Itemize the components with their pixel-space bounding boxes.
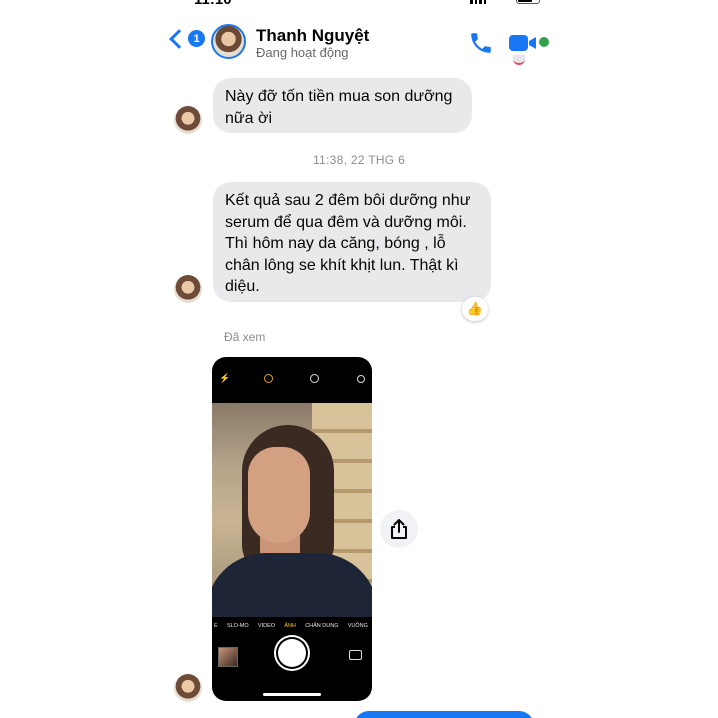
video-call-icon[interactable] <box>509 34 537 52</box>
signal-icon <box>470 0 486 4</box>
photo-attachment[interactable]: ⚡ E SLO-MO VIDEO ẢNH CHÂN DUNG VUÔNG <box>212 357 372 701</box>
status-icons <box>470 0 540 4</box>
home-indicator <box>263 693 321 696</box>
flip-camera-icon <box>349 650 362 660</box>
camera-mode: VIDEO <box>257 623 276 629</box>
status-time: 11:10 <box>194 0 232 8</box>
seen-label: Đã xem <box>224 330 266 344</box>
flash-icon: ⚡ <box>219 373 231 383</box>
unread-count-badge: 1 <box>188 30 205 47</box>
wifi-icon <box>494 0 508 4</box>
active-status-dot <box>539 37 549 47</box>
camera-mode: E <box>214 623 218 629</box>
camera-mode-list: E SLO-MO VIDEO ẢNH CHÂN DUNG VUÔNG <box>212 623 372 629</box>
camera-viewfinder <box>212 403 372 617</box>
messenger-screen: 11:10 1 Thanh Nguyệt Đang hoạt động Này … <box>158 0 560 718</box>
phone-icon[interactable] <box>468 30 494 56</box>
filter-icon <box>357 375 365 383</box>
contact-name[interactable]: Thanh Nguyệt <box>256 26 369 46</box>
camera-mode-active: ẢNH <box>284 623 296 629</box>
outgoing-message-bubble[interactable] <box>354 711 534 718</box>
camera-mode: VUÔNG <box>347 623 368 629</box>
camera-mode: SLO-MO <box>226 623 249 629</box>
share-button[interactable] <box>380 510 418 548</box>
message-bubble[interactable]: Này đỡ tốn tiền mua son dưỡng nữa ời <box>213 78 472 133</box>
contact-status: Đang hoạt động <box>256 45 349 60</box>
sender-avatar[interactable] <box>174 275 202 303</box>
battery-icon <box>516 0 540 4</box>
back-button[interactable]: 1 <box>168 28 205 49</box>
chat-header: 1 Thanh Nguyệt Đang hoạt động <box>158 10 560 66</box>
sender-avatar[interactable] <box>174 106 202 134</box>
message-bubble[interactable]: Kết quả sau 2 đêm bôi dưỡng như serum để… <box>213 182 491 302</box>
camera-top-bar: ⚡ <box>212 357 372 403</box>
like-reaction-icon[interactable]: 👍 <box>462 297 488 321</box>
person-face <box>248 447 310 543</box>
contact-avatar[interactable] <box>211 24 246 59</box>
sender-avatar[interactable] <box>174 674 202 702</box>
status-bar: 11:10 <box>158 0 560 9</box>
gallery-thumbnail <box>218 647 238 667</box>
camera-bottom-bar <box>212 637 372 701</box>
chevron-left-icon <box>169 28 189 49</box>
message-timestamp: 11:38, 22 THG 6 <box>312 153 406 167</box>
live-photo-icon <box>264 374 273 383</box>
timer-icon <box>310 374 319 383</box>
share-icon <box>391 519 407 539</box>
camera-mode: CHÂN DUNG <box>305 623 339 629</box>
shutter-button-icon <box>278 639 306 667</box>
person-shirt <box>212 553 372 617</box>
